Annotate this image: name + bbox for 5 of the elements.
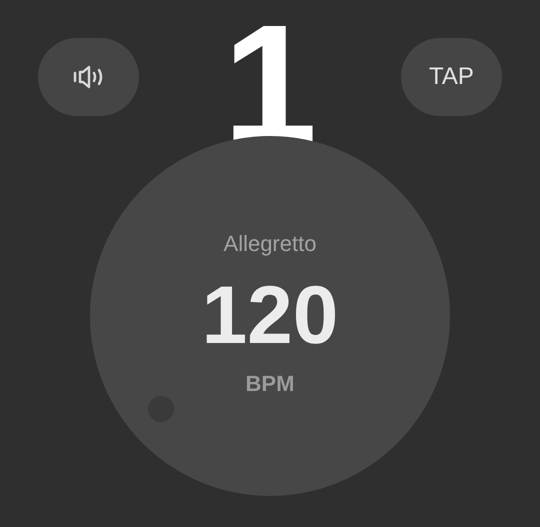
tap-button[interactable]: TAP — [401, 38, 502, 116]
tempo-marking: Allegretto — [224, 233, 316, 255]
bpm-unit: BPM — [246, 373, 294, 395]
speaker-icon — [72, 64, 104, 90]
bpm-value: 120 — [202, 275, 338, 357]
